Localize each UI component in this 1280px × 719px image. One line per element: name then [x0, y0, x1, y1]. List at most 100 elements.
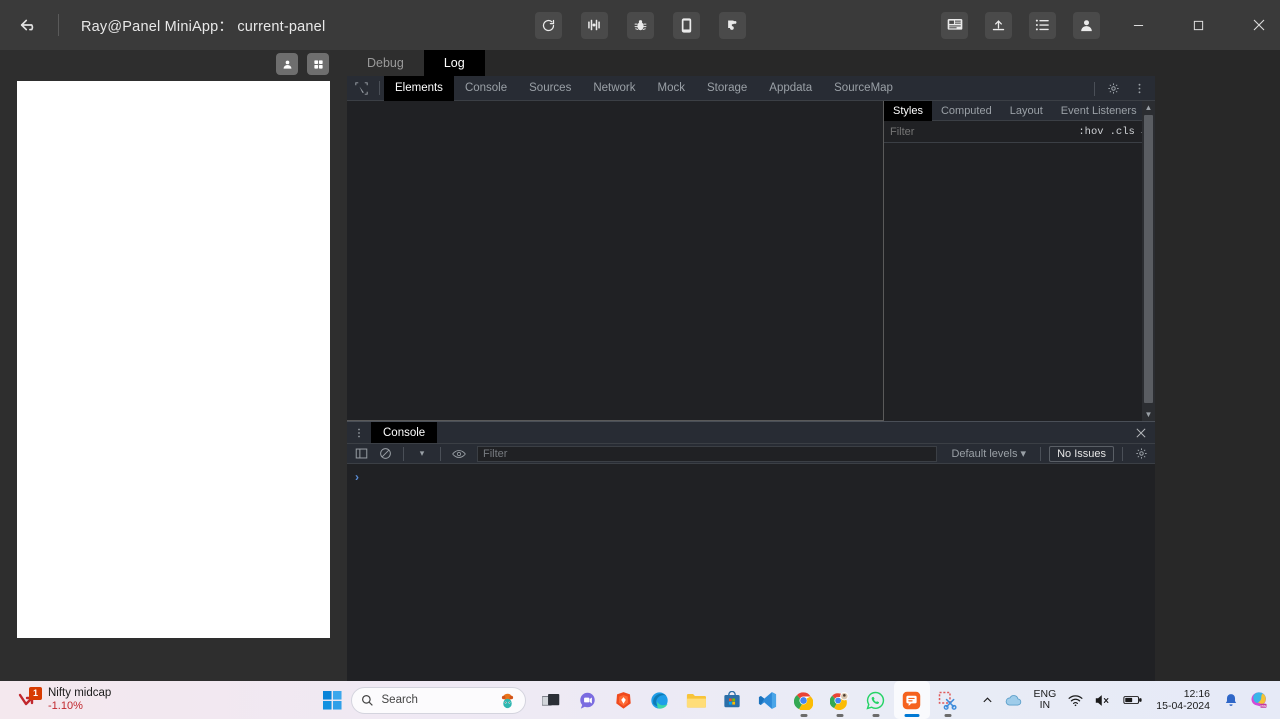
- back-arrow-icon[interactable]: [0, 0, 58, 50]
- devtools-tab-elements[interactable]: Elements: [384, 75, 454, 101]
- system-tray: ENG IN 12:16 15-04-2024 PRE: [976, 681, 1280, 719]
- styles-tab-styles[interactable]: Styles: [884, 100, 932, 121]
- edge-browser-icon[interactable]: [642, 681, 678, 719]
- battery-icon[interactable]: [1117, 681, 1148, 719]
- chrome-profile-icon[interactable]: [822, 681, 858, 719]
- panel-tab-bar: Debug Log: [347, 50, 1155, 76]
- styles-tab-computed[interactable]: Computed: [932, 101, 1001, 121]
- simulator-user-button[interactable]: [276, 53, 298, 75]
- scrollbar-thumb[interactable]: [1144, 115, 1153, 403]
- console-levels-label: Default levels: [951, 448, 1018, 460]
- bug-icon[interactable]: [626, 11, 654, 39]
- devtools-more-button[interactable]: [1127, 77, 1151, 101]
- console-context-dropdown[interactable]: ▾: [412, 444, 432, 463]
- console-output[interactable]: ›: [347, 464, 1155, 711]
- tab-debug[interactable]: Debug: [347, 50, 424, 76]
- bell-icon[interactable]: [1218, 681, 1244, 719]
- chrome-icon[interactable]: [786, 681, 822, 719]
- compile-button[interactable]: [580, 11, 608, 39]
- volume-muted-icon[interactable]: [1089, 681, 1117, 719]
- wifi-icon[interactable]: [1062, 681, 1089, 719]
- phone-icon[interactable]: [672, 11, 700, 39]
- tray-language-indicator[interactable]: ENG IN: [1028, 681, 1063, 719]
- console-prompt-row[interactable]: ›: [347, 468, 1155, 486]
- devtools-inner: Elements Console Sources Network Mock St…: [347, 75, 1158, 713]
- upload-icon[interactable]: [985, 11, 1012, 39]
- close-icon[interactable]: [1237, 0, 1280, 50]
- simulator-screen[interactable]: [17, 81, 330, 638]
- devtools-tab-storage[interactable]: Storage: [696, 76, 758, 101]
- clock-time: 12:16: [1183, 687, 1210, 700]
- page-title: Ray@Panel MiniApp： current-panel: [81, 18, 326, 35]
- inspect-element-icon[interactable]: [347, 76, 375, 101]
- scroll-up-icon[interactable]: ▲: [1145, 103, 1153, 112]
- console-levels-dropdown[interactable]: Default levels ▾: [945, 447, 1032, 460]
- tray-clock[interactable]: 12:16 15-04-2024: [1148, 688, 1218, 712]
- elements-tree-panel[interactable]: [347, 101, 884, 420]
- console-sidebar-toggle-icon[interactable]: [351, 444, 371, 463]
- devtools-settings-button[interactable]: [1101, 77, 1125, 101]
- styles-scrollbar[interactable]: ▲ ▼: [1142, 101, 1155, 421]
- styles-tab-layout[interactable]: Layout: [1001, 101, 1052, 121]
- ray-panel-icon[interactable]: [893, 681, 930, 719]
- windows-taskbar: 1 Nifty midcap -1.10% Search ENG IN 12:1…: [0, 681, 1280, 719]
- onedrive-cloud-icon[interactable]: [999, 681, 1028, 719]
- styles-filter-input[interactable]: [890, 125, 1073, 138]
- taskbar-search-box[interactable]: Search: [350, 686, 526, 714]
- simulator-toolbar: [276, 53, 329, 75]
- drawer-close-button[interactable]: [1132, 424, 1149, 441]
- styles-cls-button[interactable]: .cls: [1110, 126, 1135, 138]
- styles-hov-button[interactable]: :hov: [1078, 126, 1103, 138]
- devtools-tab-mock[interactable]: Mock: [647, 76, 696, 101]
- devtools-right-gap: [1155, 50, 1280, 687]
- simulator-panel: [0, 50, 347, 670]
- actions-divider: [1094, 81, 1095, 96]
- search-icon: [361, 694, 373, 706]
- file-explorer-icon[interactable]: [678, 681, 714, 719]
- console-issues-button[interactable]: No Issues: [1049, 445, 1114, 462]
- search-placeholder: Search: [381, 694, 418, 706]
- devtools-tab-sources[interactable]: Sources: [518, 76, 582, 101]
- vscode-icon[interactable]: [750, 681, 786, 719]
- minimize-icon[interactable]: [1117, 0, 1160, 50]
- console-toolbar: ▾ Filter Default levels ▾ No Issues: [347, 443, 1155, 464]
- brave-browser-icon[interactable]: [606, 681, 642, 719]
- devtools-tab-bar: Elements Console Sources Network Mock St…: [347, 75, 1155, 101]
- start-button[interactable]: [315, 681, 351, 719]
- microsoft-store-icon[interactable]: [714, 681, 750, 719]
- tab-log[interactable]: Log: [423, 50, 485, 76]
- styles-filter-bar: :hov .cls +: [884, 121, 1155, 143]
- console-clear-icon[interactable]: [375, 444, 395, 463]
- styles-tab-event-listeners[interactable]: Event Listeners: [1052, 101, 1146, 121]
- user-account-button[interactable]: [1073, 11, 1100, 39]
- refresh-button[interactable]: [534, 11, 562, 39]
- list-icon[interactable]: [1029, 11, 1056, 39]
- console-levels-caret: ▾: [1020, 448, 1027, 460]
- puzzle-icon[interactable]: [718, 11, 746, 39]
- console-settings-button[interactable]: [1131, 444, 1151, 463]
- console-filter-input[interactable]: Filter: [477, 445, 938, 462]
- drawer-tab-console[interactable]: Console: [371, 422, 438, 443]
- console-toolbar-divider-2: [440, 446, 441, 461]
- console-eye-icon[interactable]: [449, 444, 469, 463]
- monitor-icon[interactable]: [941, 11, 968, 39]
- devtools-tab-appdata[interactable]: Appdata: [758, 76, 823, 101]
- teams-chat-icon[interactable]: [570, 681, 606, 719]
- titlebar-right-toolbar: [941, 0, 1280, 50]
- snipping-tool-icon[interactable]: [930, 681, 966, 719]
- styles-rules-list[interactable]: [884, 143, 1155, 419]
- tray-overflow-chevron-icon[interactable]: [976, 681, 999, 719]
- scroll-down-icon[interactable]: ▼: [1145, 410, 1153, 419]
- copilot-icon[interactable]: PRE: [1244, 681, 1274, 719]
- devtools-tab-console[interactable]: Console: [454, 76, 518, 101]
- maximize-icon[interactable]: [1177, 0, 1220, 50]
- devtools-tab-network[interactable]: Network: [582, 76, 646, 101]
- simulator-grid-button[interactable]: [307, 53, 329, 75]
- devtools-tab-sourcemap[interactable]: SourceMap: [823, 76, 904, 101]
- task-view-icon[interactable]: [534, 681, 570, 719]
- drawer-tab-bar: Console: [347, 422, 1155, 443]
- console-toolbar-divider-1: [403, 446, 404, 461]
- whatsapp-icon[interactable]: [858, 681, 894, 719]
- drawer-more-button[interactable]: [347, 422, 371, 443]
- language-line-2: IN: [1039, 699, 1051, 711]
